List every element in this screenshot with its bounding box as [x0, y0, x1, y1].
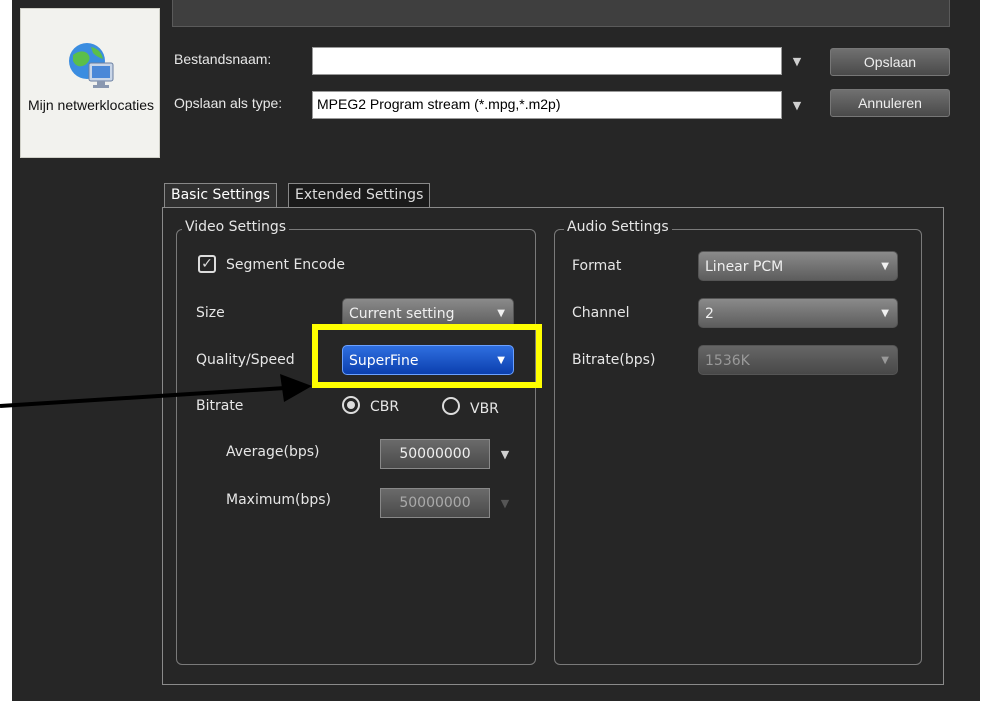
segment-encode-label: Segment Encode [226, 257, 345, 273]
channel-combo[interactable]: 2 ▼ [698, 298, 898, 328]
format-value: Linear PCM [705, 259, 784, 275]
segment-encode-checkbox[interactable]: ✓ [198, 255, 216, 273]
channel-value: 2 [705, 306, 714, 322]
chevron-down-icon: ▼ [881, 308, 889, 319]
quality-speed-label: Quality/Speed [196, 352, 295, 368]
audio-settings-title: Audio Settings [564, 219, 672, 235]
maximum-bps-input: 50000000 [380, 488, 490, 518]
audio-settings-group [554, 229, 922, 665]
file-list-area[interactable] [172, 0, 950, 27]
audio-bitrate-label: Bitrate(bps) [572, 352, 656, 368]
cbr-radio[interactable] [342, 396, 360, 414]
average-bps-dropdown[interactable]: ▼ [496, 441, 514, 467]
places-network-locations[interactable]: Mijn netwerklocaties [20, 8, 160, 158]
size-value: Current setting [349, 306, 455, 322]
audio-bitrate-combo: 1536K ▼ [698, 345, 898, 375]
chevron-down-icon: ▼ [881, 261, 889, 272]
cbr-label: CBR [370, 399, 400, 415]
network-places-icon [69, 43, 114, 88]
average-bps-input[interactable]: 50000000 [380, 439, 490, 469]
maximum-bps-dropdown: ▼ [500, 497, 510, 510]
chevron-down-icon: ▼ [881, 355, 889, 366]
video-settings-title: Video Settings [182, 219, 290, 235]
size-label: Size [196, 305, 225, 321]
savetype-select[interactable]: MPEG2 Program stream (*.mpg,*.m2p) [312, 91, 782, 119]
save-button[interactable]: Opslaan [830, 48, 950, 76]
places-label: Mijn netwerklocaties [27, 97, 155, 113]
average-bps-label: Average(bps) [226, 444, 320, 460]
maximum-bps-label: Maximum(bps) [226, 492, 331, 508]
filename-label: Bestandsnaam: [174, 51, 272, 67]
filename-input[interactable] [312, 47, 782, 75]
highlight-box [312, 324, 542, 388]
channel-label: Channel [572, 305, 630, 321]
vbr-label: VBR [470, 401, 499, 417]
savetype-dropdown-button[interactable]: ▼ [788, 92, 806, 118]
annotation-arrow-icon [0, 374, 312, 408]
tab-basic-settings[interactable]: Basic Settings [164, 183, 277, 207]
savetype-label: Opslaan als type: [174, 95, 283, 111]
filename-dropdown-button[interactable]: ▼ [788, 48, 806, 74]
vbr-radio[interactable] [442, 397, 460, 415]
format-combo[interactable]: Linear PCM ▼ [698, 251, 898, 281]
format-label: Format [572, 258, 622, 274]
audio-bitrate-value: 1536K [705, 353, 750, 369]
tab-extended-settings[interactable]: Extended Settings [288, 183, 431, 207]
cancel-button[interactable]: Annuleren [830, 89, 950, 117]
